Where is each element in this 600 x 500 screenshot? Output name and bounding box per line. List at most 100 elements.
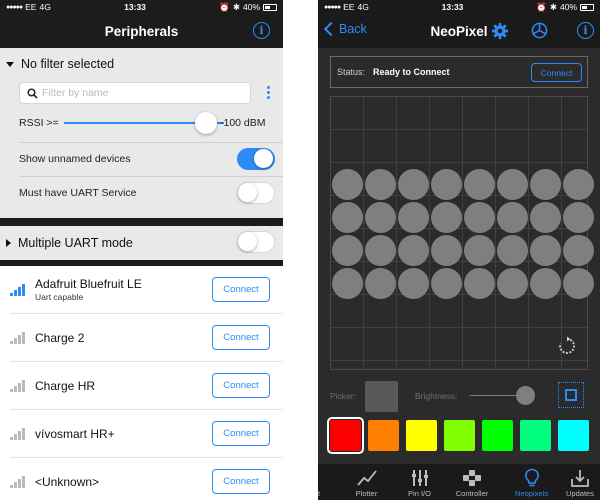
search-row	[19, 82, 279, 104]
connect-button[interactable]: Connect	[212, 469, 270, 494]
neopixel-led[interactable]	[464, 268, 495, 299]
color-swatch[interactable]	[520, 420, 551, 451]
neopixel-led[interactable]	[332, 235, 363, 266]
device-row[interactable]: Charge 2 Connect	[10, 314, 283, 362]
tab-updates[interactable]: Updates	[560, 464, 600, 500]
controller-icon	[463, 470, 481, 486]
neopixel-led[interactable]	[431, 202, 462, 233]
carrier-label: EE	[25, 2, 37, 12]
battery-icon	[263, 3, 277, 11]
color-swatch[interactable]	[327, 417, 364, 454]
device-subtitle: Uart capable	[35, 292, 84, 302]
neopixel-led[interactable]	[563, 202, 594, 233]
device-name: Adafruit Bluefruit LE	[35, 277, 142, 291]
neopixel-led[interactable]	[497, 169, 528, 200]
neopixel-led[interactable]	[464, 235, 495, 266]
neopixel-led[interactable]	[464, 169, 495, 200]
rssi-row: RSSI >= -100 dBM	[19, 112, 279, 134]
color-swatch[interactable]	[444, 420, 475, 451]
neopixel-led[interactable]	[398, 235, 429, 266]
filter-panel: No filter selected RSSI >= -100 dBM Show…	[0, 48, 283, 218]
neopixel-led[interactable]	[365, 202, 396, 233]
connect-button[interactable]: Connect	[212, 373, 270, 398]
rotate-icon[interactable]	[557, 336, 577, 356]
device-name: vívosmart HR+	[35, 426, 115, 441]
uart-mode-toggle[interactable]	[237, 231, 275, 253]
show-unnamed-toggle[interactable]	[237, 148, 275, 170]
neopixel-led[interactable]	[398, 268, 429, 299]
search-box[interactable]	[19, 82, 251, 104]
neopixel-led[interactable]	[530, 235, 561, 266]
neopixel-led[interactable]	[563, 169, 594, 200]
back-button[interactable]: Back	[323, 21, 367, 37]
device-row[interactable]: Charge HR Connect	[10, 362, 283, 410]
neopixel-led[interactable]	[398, 169, 429, 200]
filter-header[interactable]: No filter selected	[0, 48, 283, 80]
tab-pin-io[interactable]: Pin I/O	[398, 464, 441, 500]
connect-button[interactable]: Connect	[212, 421, 270, 446]
connect-button[interactable]: Connect	[212, 277, 270, 302]
device-name: Charge 2	[35, 330, 85, 345]
neopixel-led[interactable]	[431, 268, 462, 299]
signal-strength-icon	[10, 331, 28, 344]
tab-partial[interactable]: t	[318, 464, 335, 500]
color-swatch[interactable]	[406, 420, 437, 451]
rssi-slider-thumb[interactable]	[195, 112, 217, 134]
neopixel-led[interactable]	[497, 235, 528, 266]
connect-button[interactable]: Connect	[212, 325, 270, 350]
neopixel-led[interactable]	[365, 169, 396, 200]
status-bar: ●●●●● EE 4G 13:33 ⏰ ✱ 40%	[0, 0, 283, 14]
neopixel-led[interactable]	[497, 202, 528, 233]
neopixel-led[interactable]	[563, 235, 594, 266]
device-row[interactable]: <Unknown> Connect	[10, 458, 283, 500]
neopixel-led[interactable]	[530, 169, 561, 200]
divider	[19, 176, 283, 177]
brightness-slider-thumb[interactable]	[516, 386, 535, 405]
neopixel-board[interactable]	[330, 96, 594, 370]
peripherals-screen: ●●●●● EE 4G 13:33 ⏰ ✱ 40% Peripherals i …	[0, 0, 283, 500]
rssi-label: RSSI >=	[19, 117, 59, 129]
gear-icon[interactable]	[491, 22, 509, 40]
color-wheel-icon[interactable]	[531, 22, 548, 39]
nav-bar: Peripherals i	[0, 14, 283, 48]
neopixel-led[interactable]	[530, 268, 561, 299]
search-input[interactable]	[42, 87, 242, 99]
neopixel-led[interactable]	[332, 202, 363, 233]
neopixel-led[interactable]	[431, 235, 462, 266]
neopixel-led[interactable]	[332, 169, 363, 200]
info-icon[interactable]: i	[253, 22, 270, 39]
more-options-icon[interactable]	[267, 86, 271, 99]
tab-plotter[interactable]: Plotter	[335, 464, 398, 500]
status-label: Status:	[337, 67, 366, 77]
device-row[interactable]: Adafruit Bluefruit LE Uart capable Conne…	[10, 266, 283, 314]
neopixel-led[interactable]	[332, 268, 363, 299]
neopixel-led[interactable]	[464, 202, 495, 233]
signal-dots-icon: ●●●●●	[6, 3, 23, 11]
neopixel-led[interactable]	[365, 235, 396, 266]
neopixel-led[interactable]	[431, 169, 462, 200]
brightness-slider-track[interactable]	[470, 395, 520, 396]
connection-status-box: Status: Ready to Connect Connect	[330, 56, 588, 88]
neopixel-led[interactable]	[365, 268, 396, 299]
neopixel-led[interactable]	[497, 268, 528, 299]
tab-controller[interactable]: Controller	[441, 464, 503, 500]
connect-button[interactable]: Connect	[531, 63, 582, 82]
battery-percent: 40%	[242, 2, 260, 12]
neopixel-led[interactable]	[398, 202, 429, 233]
color-swatch[interactable]	[482, 420, 513, 451]
board-size-icon[interactable]	[558, 382, 584, 408]
picker-swatch[interactable]	[365, 381, 398, 412]
neopixel-led[interactable]	[530, 202, 561, 233]
status-value: Ready to Connect	[373, 67, 450, 77]
bluetooth-icon: ✱	[232, 1, 240, 12]
tab-neopixels[interactable]: Neopixels	[503, 464, 560, 500]
color-swatch[interactable]	[368, 420, 399, 451]
color-swatch[interactable]	[558, 420, 589, 451]
uart-service-toggle[interactable]	[237, 182, 275, 204]
disclosure-right-icon	[6, 239, 11, 247]
uart-mode-label: Multiple UART mode	[18, 236, 133, 250]
info-icon[interactable]: i	[577, 22, 594, 39]
neopixel-led[interactable]	[563, 268, 594, 299]
alarm-icon: ⏰	[536, 1, 547, 12]
device-row[interactable]: vívosmart HR+ Connect	[10, 410, 283, 458]
